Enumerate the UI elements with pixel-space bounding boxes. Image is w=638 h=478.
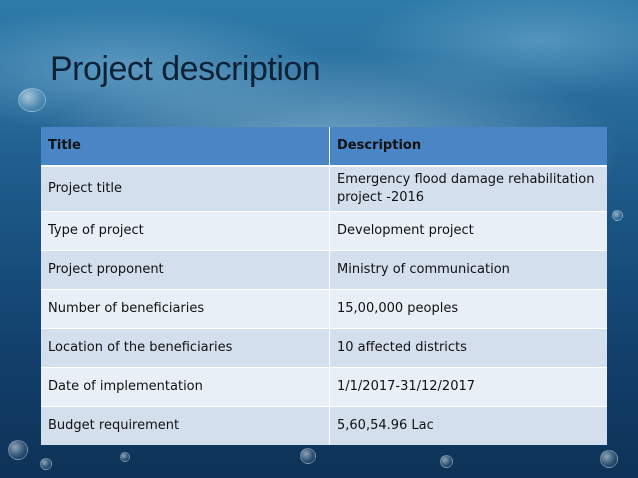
table-row: Project title Emergency flood damage reh… <box>41 165 607 212</box>
row-value: 1/1/2017-31/12/2017 <box>329 367 607 407</box>
slide-background: Project description Title Description Pr… <box>0 0 638 478</box>
row-value: 5,60,54.96 Lac <box>329 406 607 445</box>
row-value: Ministry of communication <box>329 250 607 290</box>
row-label: Project title <box>41 165 330 212</box>
table-row: Type of project Development project <box>41 211 607 251</box>
water-bubble <box>18 88 46 112</box>
row-label: Location of the beneficiaries <box>41 328 330 368</box>
water-bubble <box>440 455 453 468</box>
water-bubble <box>600 450 618 468</box>
row-label: Project proponent <box>41 250 330 290</box>
page-title: Project description <box>50 50 321 88</box>
table-row: Location of the beneficiaries 10 affecte… <box>41 328 607 368</box>
row-label: Number of beneficiaries <box>41 289 330 329</box>
header-title: Title <box>41 127 330 167</box>
table-row: Budget requirement 5,60,54.96 Lac <box>41 406 607 445</box>
water-bubble <box>40 458 52 470</box>
water-bubble <box>120 452 130 462</box>
row-value: Development project <box>329 211 607 251</box>
row-label: Type of project <box>41 211 330 251</box>
water-bubble <box>612 210 623 221</box>
row-label: Date of implementation <box>41 367 330 407</box>
water-bubble <box>8 440 28 460</box>
table-row: Project proponent Ministry of communicat… <box>41 250 607 290</box>
row-value: 10 affected districts <box>329 328 607 368</box>
table-row: Date of implementation 1/1/2017-31/12/20… <box>41 367 607 407</box>
row-value: Emergency flood damage rehabilitation pr… <box>329 165 607 212</box>
header-description: Description <box>329 127 607 167</box>
table-row: Number of beneficiaries 15,00,000 people… <box>41 289 607 329</box>
water-bubble <box>300 448 316 464</box>
project-description-table: Title Description Project title Emergenc… <box>41 127 607 445</box>
table-header-row: Title Description <box>41 127 607 167</box>
row-label: Budget requirement <box>41 406 330 445</box>
row-value: 15,00,000 peoples <box>329 289 607 329</box>
